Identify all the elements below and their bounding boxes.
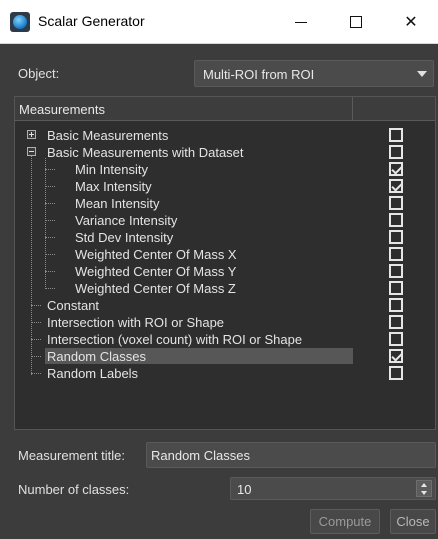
tree-line <box>31 339 41 340</box>
tree-item-label: Min Intensity <box>75 162 148 177</box>
tree-line <box>45 254 55 255</box>
tree-item-label: Max Intensity <box>75 179 152 194</box>
column-divider[interactable] <box>352 97 353 121</box>
measurement-title-value: Random Classes <box>151 448 250 463</box>
tree-item-label: Intersection with ROI or Shape <box>47 315 225 330</box>
tree-item-label: Weighted Center Of Mass Y <box>75 264 237 279</box>
measurements-header[interactable]: Measurements <box>15 97 435 121</box>
tree-line <box>45 237 55 238</box>
title-bar: Scalar Generator ✕ <box>0 0 438 44</box>
checkbox[interactable] <box>389 145 403 159</box>
object-label: Object: <box>18 66 60 81</box>
list-item[interactable]: Intersection (voxel count) with ROI or S… <box>15 331 435 347</box>
checkbox[interactable] <box>389 128 403 142</box>
list-item[interactable]: Weighted Center Of Mass X <box>15 246 435 262</box>
expand-icon[interactable] <box>27 130 36 139</box>
compute-button[interactable]: Compute <box>310 509 380 534</box>
object-select[interactable]: Multi-ROI from ROI <box>194 60 434 87</box>
checkbox[interactable] <box>389 213 403 227</box>
tree-item-label: Basic Measurements with Dataset <box>47 145 244 160</box>
tree-item-label: Random Classes <box>47 349 146 364</box>
list-item[interactable]: Basic Measurements <box>15 127 435 143</box>
checkbox[interactable] <box>389 332 403 346</box>
tree-item-label: Basic Measurements <box>47 128 169 143</box>
minimize-icon <box>295 21 307 23</box>
list-item[interactable]: Constant <box>15 297 435 313</box>
chevron-down-icon <box>417 71 427 77</box>
list-item[interactable]: Random Labels <box>15 365 435 381</box>
checkbox-checked[interactable] <box>389 179 403 193</box>
list-item[interactable]: Mean Intensity <box>15 195 435 211</box>
list-item[interactable]: Intersection with ROI or Shape <box>15 314 435 330</box>
tree-line <box>45 220 55 221</box>
spin-up-icon[interactable] <box>421 483 427 487</box>
app-icon <box>10 12 30 32</box>
list-item[interactable]: Std Dev Intensity <box>15 229 435 245</box>
checkbox[interactable] <box>389 264 403 278</box>
spin-down-icon[interactable] <box>421 491 427 495</box>
measurements-tree[interactable]: Measurements Basic Measurements Basic Me… <box>14 96 436 430</box>
list-item[interactable]: Variance Intensity <box>15 212 435 228</box>
list-item-selected[interactable]: Random Classes <box>15 348 435 364</box>
tree-line <box>45 203 55 204</box>
measurement-title-input[interactable]: Random Classes <box>146 442 436 468</box>
checkbox[interactable] <box>389 366 403 380</box>
tree-line <box>45 288 55 289</box>
window-title: Scalar Generator <box>38 13 145 29</box>
checkbox-checked[interactable] <box>389 349 403 363</box>
minimize-button[interactable] <box>278 0 324 44</box>
measurement-title-label: Measurement title: <box>18 448 125 463</box>
spin-buttons[interactable] <box>416 480 432 497</box>
tree-item-label: Mean Intensity <box>75 196 160 211</box>
tree-line <box>45 186 55 187</box>
checkbox[interactable] <box>389 196 403 210</box>
tree-line <box>31 356 41 357</box>
close-icon: ✕ <box>404 14 418 31</box>
checkbox-checked[interactable] <box>389 162 403 176</box>
checkbox[interactable] <box>389 298 403 312</box>
list-item[interactable]: Basic Measurements with Dataset <box>15 144 435 160</box>
list-item[interactable]: Weighted Center Of Mass Z <box>15 280 435 296</box>
checkbox[interactable] <box>389 230 403 244</box>
close-button[interactable]: Close <box>390 509 436 534</box>
close-window-button[interactable]: ✕ <box>388 0 434 44</box>
tree-line <box>31 305 41 306</box>
tree-item-label: Variance Intensity <box>75 213 178 228</box>
measurements-column-header: Measurements <box>19 102 105 117</box>
tree-line <box>45 271 55 272</box>
tree-item-label: Weighted Center Of Mass X <box>75 247 237 262</box>
list-item[interactable]: Min Intensity <box>15 161 435 177</box>
tree-item-label: Random Labels <box>47 366 139 381</box>
tree-line <box>31 373 41 374</box>
number-of-classes-value: 10 <box>237 482 252 497</box>
maximize-button[interactable] <box>333 0 379 44</box>
tree-line <box>31 322 41 323</box>
checkbox[interactable] <box>389 247 403 261</box>
object-selected-value: Multi-ROI from ROI <box>203 67 315 82</box>
number-of-classes-stepper[interactable]: 10 <box>230 477 436 500</box>
checkbox[interactable] <box>389 281 403 295</box>
tree-item-label: Std Dev Intensity <box>75 230 174 245</box>
list-item[interactable]: Max Intensity <box>15 178 435 194</box>
list-item[interactable]: Weighted Center Of Mass Y <box>15 263 435 279</box>
tree-item-label: Constant <box>47 298 100 313</box>
number-of-classes-label: Number of classes: <box>18 482 130 497</box>
tree-line <box>45 169 55 170</box>
tree-item-label: Intersection (voxel count) with ROI or S… <box>47 332 303 347</box>
tree-item-label: Weighted Center Of Mass Z <box>75 281 236 296</box>
collapse-icon[interactable] <box>27 147 36 156</box>
maximize-icon <box>350 16 362 28</box>
checkbox[interactable] <box>389 315 403 329</box>
